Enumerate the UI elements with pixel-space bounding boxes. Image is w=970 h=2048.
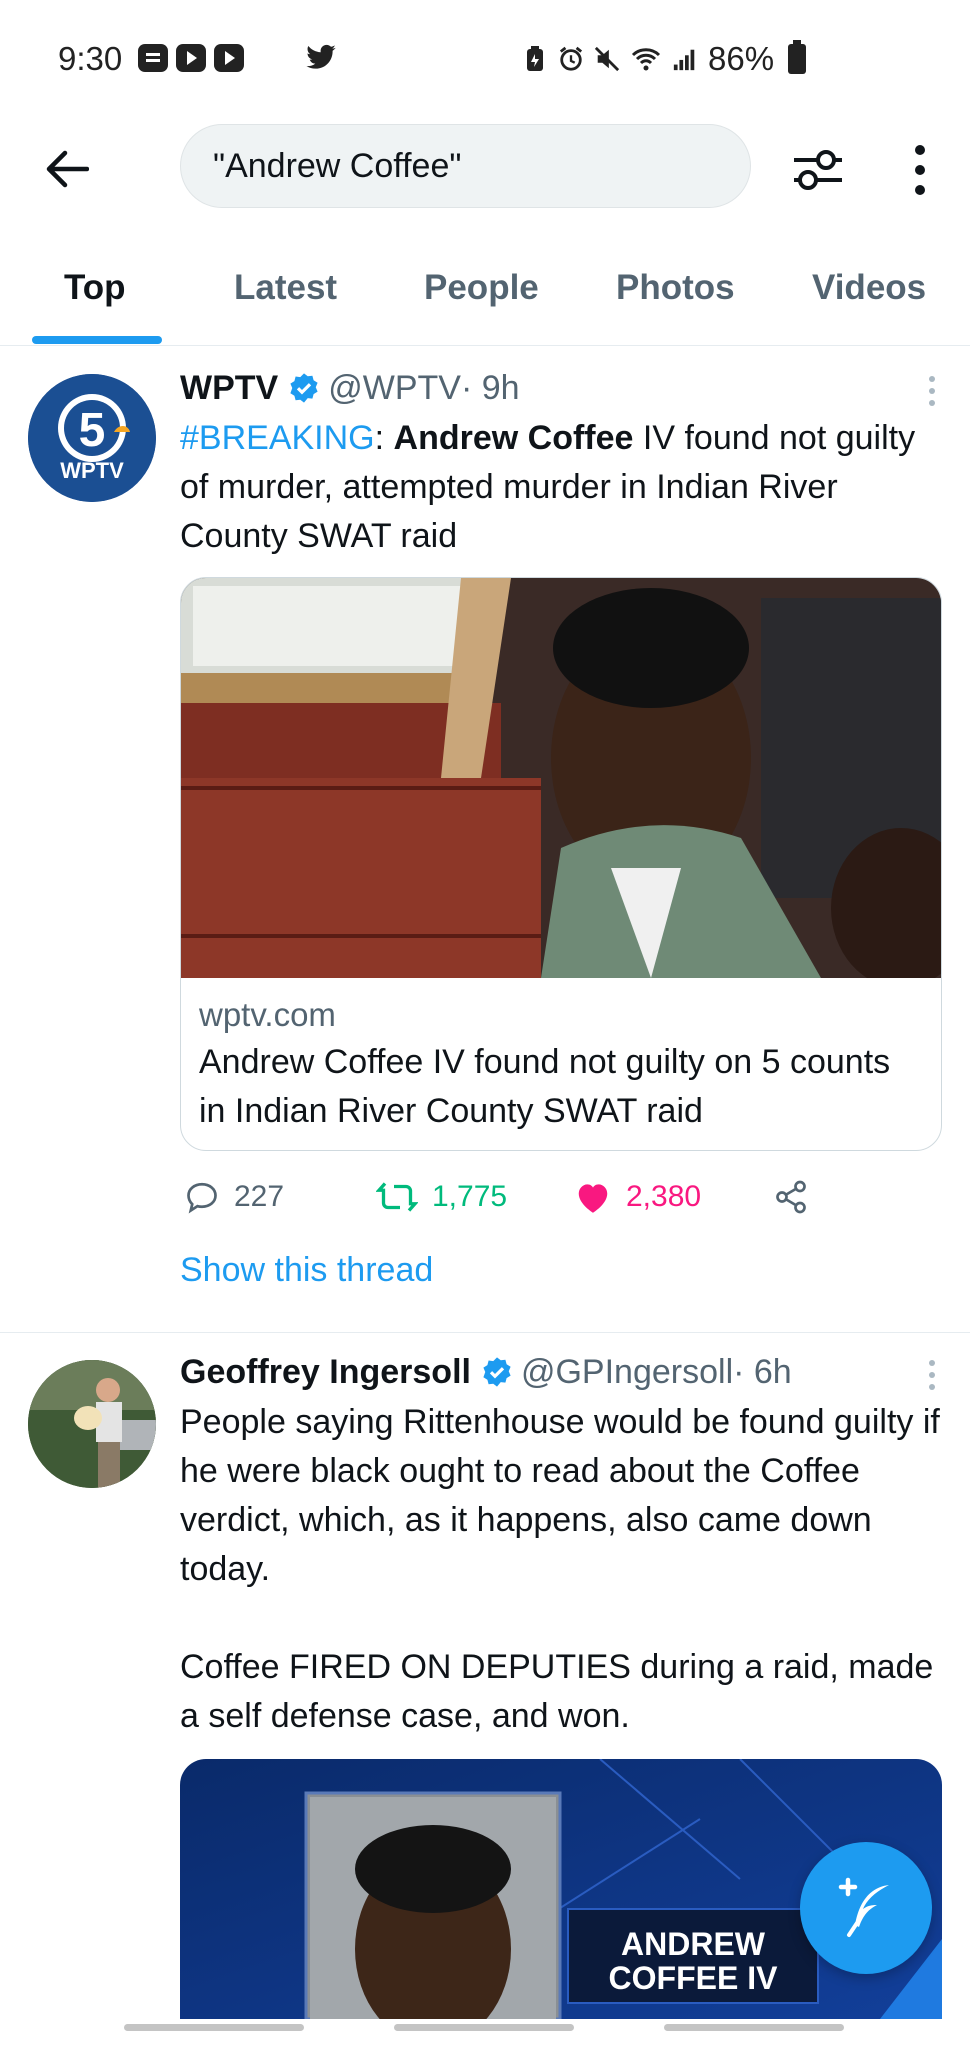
highlighted-term: Andrew Coffee	[393, 419, 634, 457]
gesture-hint-left	[124, 2024, 304, 2031]
reply-icon	[187, 1182, 217, 1214]
search-tabs: Top Latest People Photos Videos	[0, 240, 970, 346]
gesture-hint-right	[664, 2024, 844, 2031]
youtube-icon	[176, 44, 206, 72]
search-header: "Andrew Coffee"	[0, 110, 970, 230]
svg-text:5: 5	[79, 404, 106, 457]
link-card-meta: wptv.com Andrew Coffee IV found not guil…	[181, 978, 941, 1150]
compose-feather-icon	[838, 1877, 889, 1937]
tweet-body: WPTV @WPTV · 9h #BREAKING: Andrew Coffee…	[180, 364, 942, 1290]
sliders-icon	[794, 150, 842, 190]
wifi-icon	[631, 48, 661, 71]
author-handle[interactable]: @WPTV	[328, 369, 461, 408]
search-filter-button[interactable]	[788, 140, 848, 200]
tab-videos[interactable]: Videos	[812, 268, 926, 308]
tweet-time: · 6h	[733, 1352, 792, 1391]
tweet-header: WPTV @WPTV · 9h	[180, 364, 942, 412]
link-card-image	[181, 578, 941, 978]
mute-icon	[594, 46, 620, 72]
link-card[interactable]: wptv.com Andrew Coffee IV found not guil…	[180, 577, 942, 1151]
search-input[interactable]: "Andrew Coffee"	[180, 124, 751, 208]
search-query: "Andrew Coffee"	[213, 147, 462, 185]
avatar[interactable]	[28, 1360, 156, 1488]
status-time: 9:30	[58, 40, 123, 77]
like-button[interactable]: 2,380	[574, 1179, 701, 1215]
notification-icons	[138, 44, 244, 72]
retweet-count: 1,775	[432, 1180, 508, 1213]
tweet-text-paragraph-1: People saying Rittenhouse would be found…	[180, 1403, 940, 1588]
battery-percent: 86%	[708, 40, 775, 77]
tweet-menu-icon[interactable]	[926, 374, 938, 408]
retweet-icon	[376, 1182, 418, 1212]
svg-text:ANDREW: ANDREW	[621, 1926, 766, 1962]
tweet-text-paragraph-2: Coffee FIRED ON DEPUTIES during a raid, …	[180, 1648, 934, 1735]
tab-latest[interactable]: Latest	[234, 268, 337, 308]
back-button[interactable]	[38, 140, 96, 198]
retweet-button[interactable]: 1,775	[376, 1179, 507, 1215]
author-name[interactable]: Geoffrey Ingersoll	[180, 1353, 471, 1392]
reply-button[interactable]: 227	[184, 1179, 284, 1215]
reply-count: 227	[234, 1180, 285, 1213]
tweet-divider	[0, 1332, 970, 1333]
battery-saver-icon	[527, 46, 543, 71]
share-button[interactable]	[772, 1179, 810, 1215]
tab-top[interactable]: Top	[64, 268, 126, 308]
verified-badge-icon	[290, 373, 318, 403]
verified-badge-icon	[483, 1357, 511, 1387]
tab-photos[interactable]: Photos	[616, 268, 735, 308]
back-arrow-icon	[46, 150, 89, 188]
youtube-icon	[214, 44, 244, 72]
avatar[interactable]: 5 WPTV	[28, 374, 156, 502]
vertical-dots-icon	[915, 145, 925, 195]
tweet-header: Geoffrey Ingersoll @GPIngersoll · 6h	[180, 1348, 942, 1396]
wptv-logo-icon: 5 WPTV	[28, 374, 156, 502]
show-thread-link[interactable]: Show this thread	[180, 1251, 942, 1290]
profile-photo	[28, 1360, 156, 1488]
link-title: Andrew Coffee IV found not guilty on 5 c…	[199, 1043, 891, 1130]
system-status: 86%	[522, 40, 807, 78]
share-icon	[776, 1180, 806, 1214]
active-tab-indicator	[32, 336, 162, 344]
status-bar: 9:30 86%	[0, 0, 970, 110]
tweet-time: · 9h	[460, 368, 520, 407]
battery-icon	[788, 40, 807, 74]
more-options-button[interactable]	[896, 140, 944, 200]
twitter-icon	[306, 44, 336, 69]
author-name[interactable]: WPTV	[180, 369, 278, 408]
like-count: 2,380	[626, 1180, 702, 1213]
author-handle[interactable]: @GPIngersoll	[521, 1353, 733, 1392]
tweet-actions: 227 1,775 2,380	[180, 1151, 942, 1251]
signal-icon	[673, 49, 695, 71]
compose-tweet-button[interactable]	[800, 1842, 932, 1974]
alarm-icon	[559, 46, 583, 71]
link-domain: wptv.com	[199, 996, 336, 1033]
svg-text:COFFEE IV: COFFEE IV	[609, 1960, 779, 1996]
tweet-text: #BREAKING: Andrew Coffee IV found not gu…	[180, 414, 942, 561]
tweet-text-colon: :	[374, 419, 394, 457]
hashtag-link[interactable]: #BREAKING	[180, 419, 375, 457]
svg-text:WPTV: WPTV	[60, 458, 124, 483]
gesture-hint-center[interactable]	[394, 2024, 574, 2031]
notes-icon	[138, 44, 168, 72]
tab-people[interactable]: People	[424, 268, 539, 308]
tweet-menu-icon[interactable]	[926, 1358, 938, 1392]
heart-icon	[578, 1184, 608, 1213]
